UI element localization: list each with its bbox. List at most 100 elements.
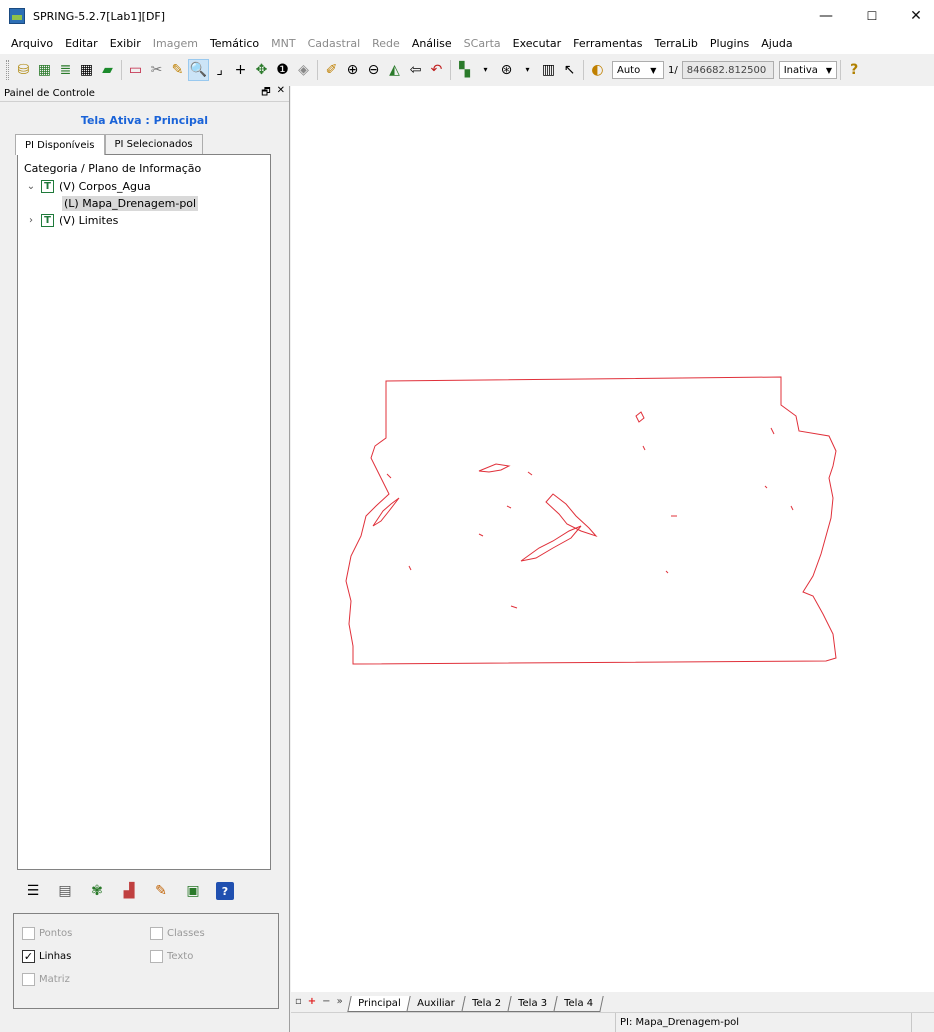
table-icon[interactable]: ▥ bbox=[538, 59, 559, 81]
measure-icon[interactable]: ⊛ bbox=[496, 59, 517, 81]
tab-auxiliar[interactable]: Auxiliar bbox=[406, 996, 466, 1012]
pointer-plus-icon[interactable]: ↖ bbox=[559, 59, 580, 81]
back-icon[interactable]: ⇦ bbox=[405, 59, 426, 81]
menu-terralib[interactable]: TerraLib bbox=[648, 37, 703, 50]
checkbox-matriz[interactable]: Matriz bbox=[22, 973, 70, 986]
zoom-full-icon[interactable]: ◭ bbox=[384, 59, 405, 81]
panel-header: Painel de Controle 🗗 ✕ bbox=[0, 85, 289, 102]
tree-item-label: (V) Limites bbox=[59, 214, 119, 227]
checkbox-pontos[interactable]: Pontos bbox=[22, 927, 72, 940]
tree-item-mapa-drenagem[interactable]: (L) Mapa_Drenagem-pol bbox=[62, 196, 199, 211]
tab-tela-2[interactable]: Tela 2 bbox=[461, 996, 512, 1012]
help-icon[interactable]: ? bbox=[844, 59, 865, 81]
toolbar-separator bbox=[317, 60, 318, 80]
status-bar: PI: Mapa_Drenagem-pol bbox=[291, 1012, 934, 1032]
status-cell-pi: PI: Mapa_Drenagem-pol bbox=[616, 1013, 912, 1032]
palette-icon[interactable]: ◐ bbox=[587, 59, 608, 81]
polygon-icon[interactable]: ▰ bbox=[97, 59, 118, 81]
menu-rede[interactable]: Rede bbox=[366, 37, 406, 50]
tab-principal[interactable]: Principal bbox=[346, 996, 412, 1012]
menu-editar[interactable]: Editar bbox=[59, 37, 104, 50]
window-icon[interactable]: ▭ bbox=[125, 59, 146, 81]
menu-plugins[interactable]: Plugins bbox=[704, 37, 755, 50]
tree-item-limites[interactable]: › T (V) Limites bbox=[24, 212, 264, 229]
close-button[interactable]: ✕ bbox=[893, 0, 934, 32]
scissors-icon[interactable]: ✂ bbox=[146, 59, 167, 81]
tree-leaf-row[interactable]: (L) Mapa_Drenagem-pol bbox=[24, 195, 264, 212]
preview-icon[interactable]: ▤ bbox=[56, 882, 74, 900]
cursor-icon[interactable]: + bbox=[230, 59, 251, 81]
undo-icon[interactable]: ↶ bbox=[426, 59, 447, 81]
tab-pi-selecionados[interactable]: PI Selecionados bbox=[104, 134, 203, 154]
menu-exibir[interactable]: Exibir bbox=[104, 37, 147, 50]
project-icon[interactable]: ▦ bbox=[34, 59, 55, 81]
menu-ajuda[interactable]: Ajuda bbox=[755, 37, 798, 50]
panel-float-icon[interactable]: 🗗 bbox=[261, 85, 270, 102]
maximize-button[interactable]: ☐ bbox=[849, 0, 895, 32]
checkbox-linhas[interactable]: ✓ Linhas bbox=[22, 950, 71, 963]
info-icon[interactable]: ❶ bbox=[272, 59, 293, 81]
tab-window-icon[interactable]: ▫ bbox=[295, 996, 302, 1007]
tab-tela-4[interactable]: Tela 4 bbox=[553, 996, 604, 1012]
dropdown-icon[interactable]: ▾ bbox=[475, 59, 496, 81]
expand-chevron-icon[interactable]: ⌄ bbox=[24, 181, 38, 192]
toolbar-separator bbox=[583, 60, 584, 80]
menu-analise[interactable]: Análise bbox=[406, 37, 458, 50]
zoom-area-icon[interactable]: ⌟ bbox=[209, 59, 230, 81]
pan-icon[interactable]: ✥ bbox=[251, 59, 272, 81]
menu-ferramentas[interactable]: Ferramentas bbox=[567, 37, 648, 50]
raster-icon[interactable]: ▚ bbox=[454, 59, 475, 81]
toolbar-grip[interactable] bbox=[6, 60, 9, 80]
tab-tela-3[interactable]: Tela 3 bbox=[507, 996, 558, 1012]
database-icon[interactable]: ⛁ bbox=[13, 59, 34, 81]
thematic-icon: T bbox=[41, 180, 54, 193]
tree-item-corpos-agua[interactable]: ⌄ T (V) Corpos_Agua bbox=[24, 178, 264, 195]
checkbox-texto[interactable]: Texto bbox=[150, 950, 193, 963]
tab-label: Tela 3 bbox=[518, 998, 548, 1009]
list-icon[interactable]: ☰ bbox=[24, 882, 42, 900]
zoom-out-icon[interactable]: ⊖ bbox=[363, 59, 384, 81]
menu-executar[interactable]: Executar bbox=[507, 37, 568, 50]
menu-cadastral[interactable]: Cadastral bbox=[302, 37, 367, 50]
tab-pi-disponiveis[interactable]: PI Disponíveis bbox=[15, 134, 105, 155]
visual-icon[interactable]: ✾ bbox=[88, 882, 106, 900]
river-left bbox=[372, 497, 400, 527]
checkbox-classes[interactable]: Classes bbox=[150, 927, 205, 940]
pond bbox=[527, 471, 533, 476]
draw-icon[interactable]: ✎ bbox=[167, 59, 188, 81]
tab-scroll-icon[interactable]: » bbox=[337, 996, 343, 1007]
menu-scarta[interactable]: SCarta bbox=[458, 37, 507, 50]
zoom-in-icon[interactable]: ⊕ bbox=[342, 59, 363, 81]
zoom-select-icon[interactable]: 🔍 bbox=[188, 59, 209, 81]
pond bbox=[790, 505, 794, 511]
add-tab-icon[interactable]: + bbox=[308, 996, 316, 1007]
legend-icon[interactable]: ▣ bbox=[184, 882, 202, 900]
help-icon[interactable]: ? bbox=[216, 882, 234, 900]
chevron-down-icon: ▼ bbox=[825, 65, 833, 75]
scale-mode-select[interactable]: Auto ▼ bbox=[612, 61, 664, 79]
layers-icon[interactable]: ≣ bbox=[55, 59, 76, 81]
select-icon[interactable]: ◈ bbox=[293, 59, 314, 81]
menu-tematico[interactable]: Temático bbox=[204, 37, 265, 50]
menu-arquivo[interactable]: Arquivo bbox=[5, 37, 59, 50]
chart-edit-icon[interactable]: ▟ bbox=[120, 882, 138, 900]
status-select[interactable]: Inativa ▼ bbox=[778, 61, 837, 79]
checkbox-box bbox=[22, 927, 35, 940]
grid-icon[interactable]: ▦ bbox=[76, 59, 97, 81]
remove-tab-icon[interactable]: − bbox=[322, 996, 330, 1007]
pond bbox=[665, 570, 669, 574]
scale-input[interactable]: 846682.812500 bbox=[681, 61, 774, 79]
lake-lower bbox=[520, 525, 582, 562]
pond bbox=[642, 445, 646, 451]
minimize-button[interactable]: — bbox=[803, 0, 849, 32]
menu-imagem[interactable]: Imagem bbox=[147, 37, 204, 50]
collapse-chevron-icon[interactable]: › bbox=[24, 215, 38, 226]
pencil-icon[interactable]: ✎ bbox=[152, 882, 170, 900]
dropdown-icon[interactable]: ▾ bbox=[517, 59, 538, 81]
status-pi: PI: Mapa_Drenagem-pol bbox=[620, 1017, 740, 1028]
map-canvas[interactable] bbox=[291, 86, 934, 992]
pond bbox=[764, 485, 768, 489]
panel-close-icon[interactable]: ✕ bbox=[277, 85, 285, 102]
menu-mnt[interactable]: MNT bbox=[265, 37, 301, 50]
edit-icon[interactable]: ✐ bbox=[321, 59, 342, 81]
